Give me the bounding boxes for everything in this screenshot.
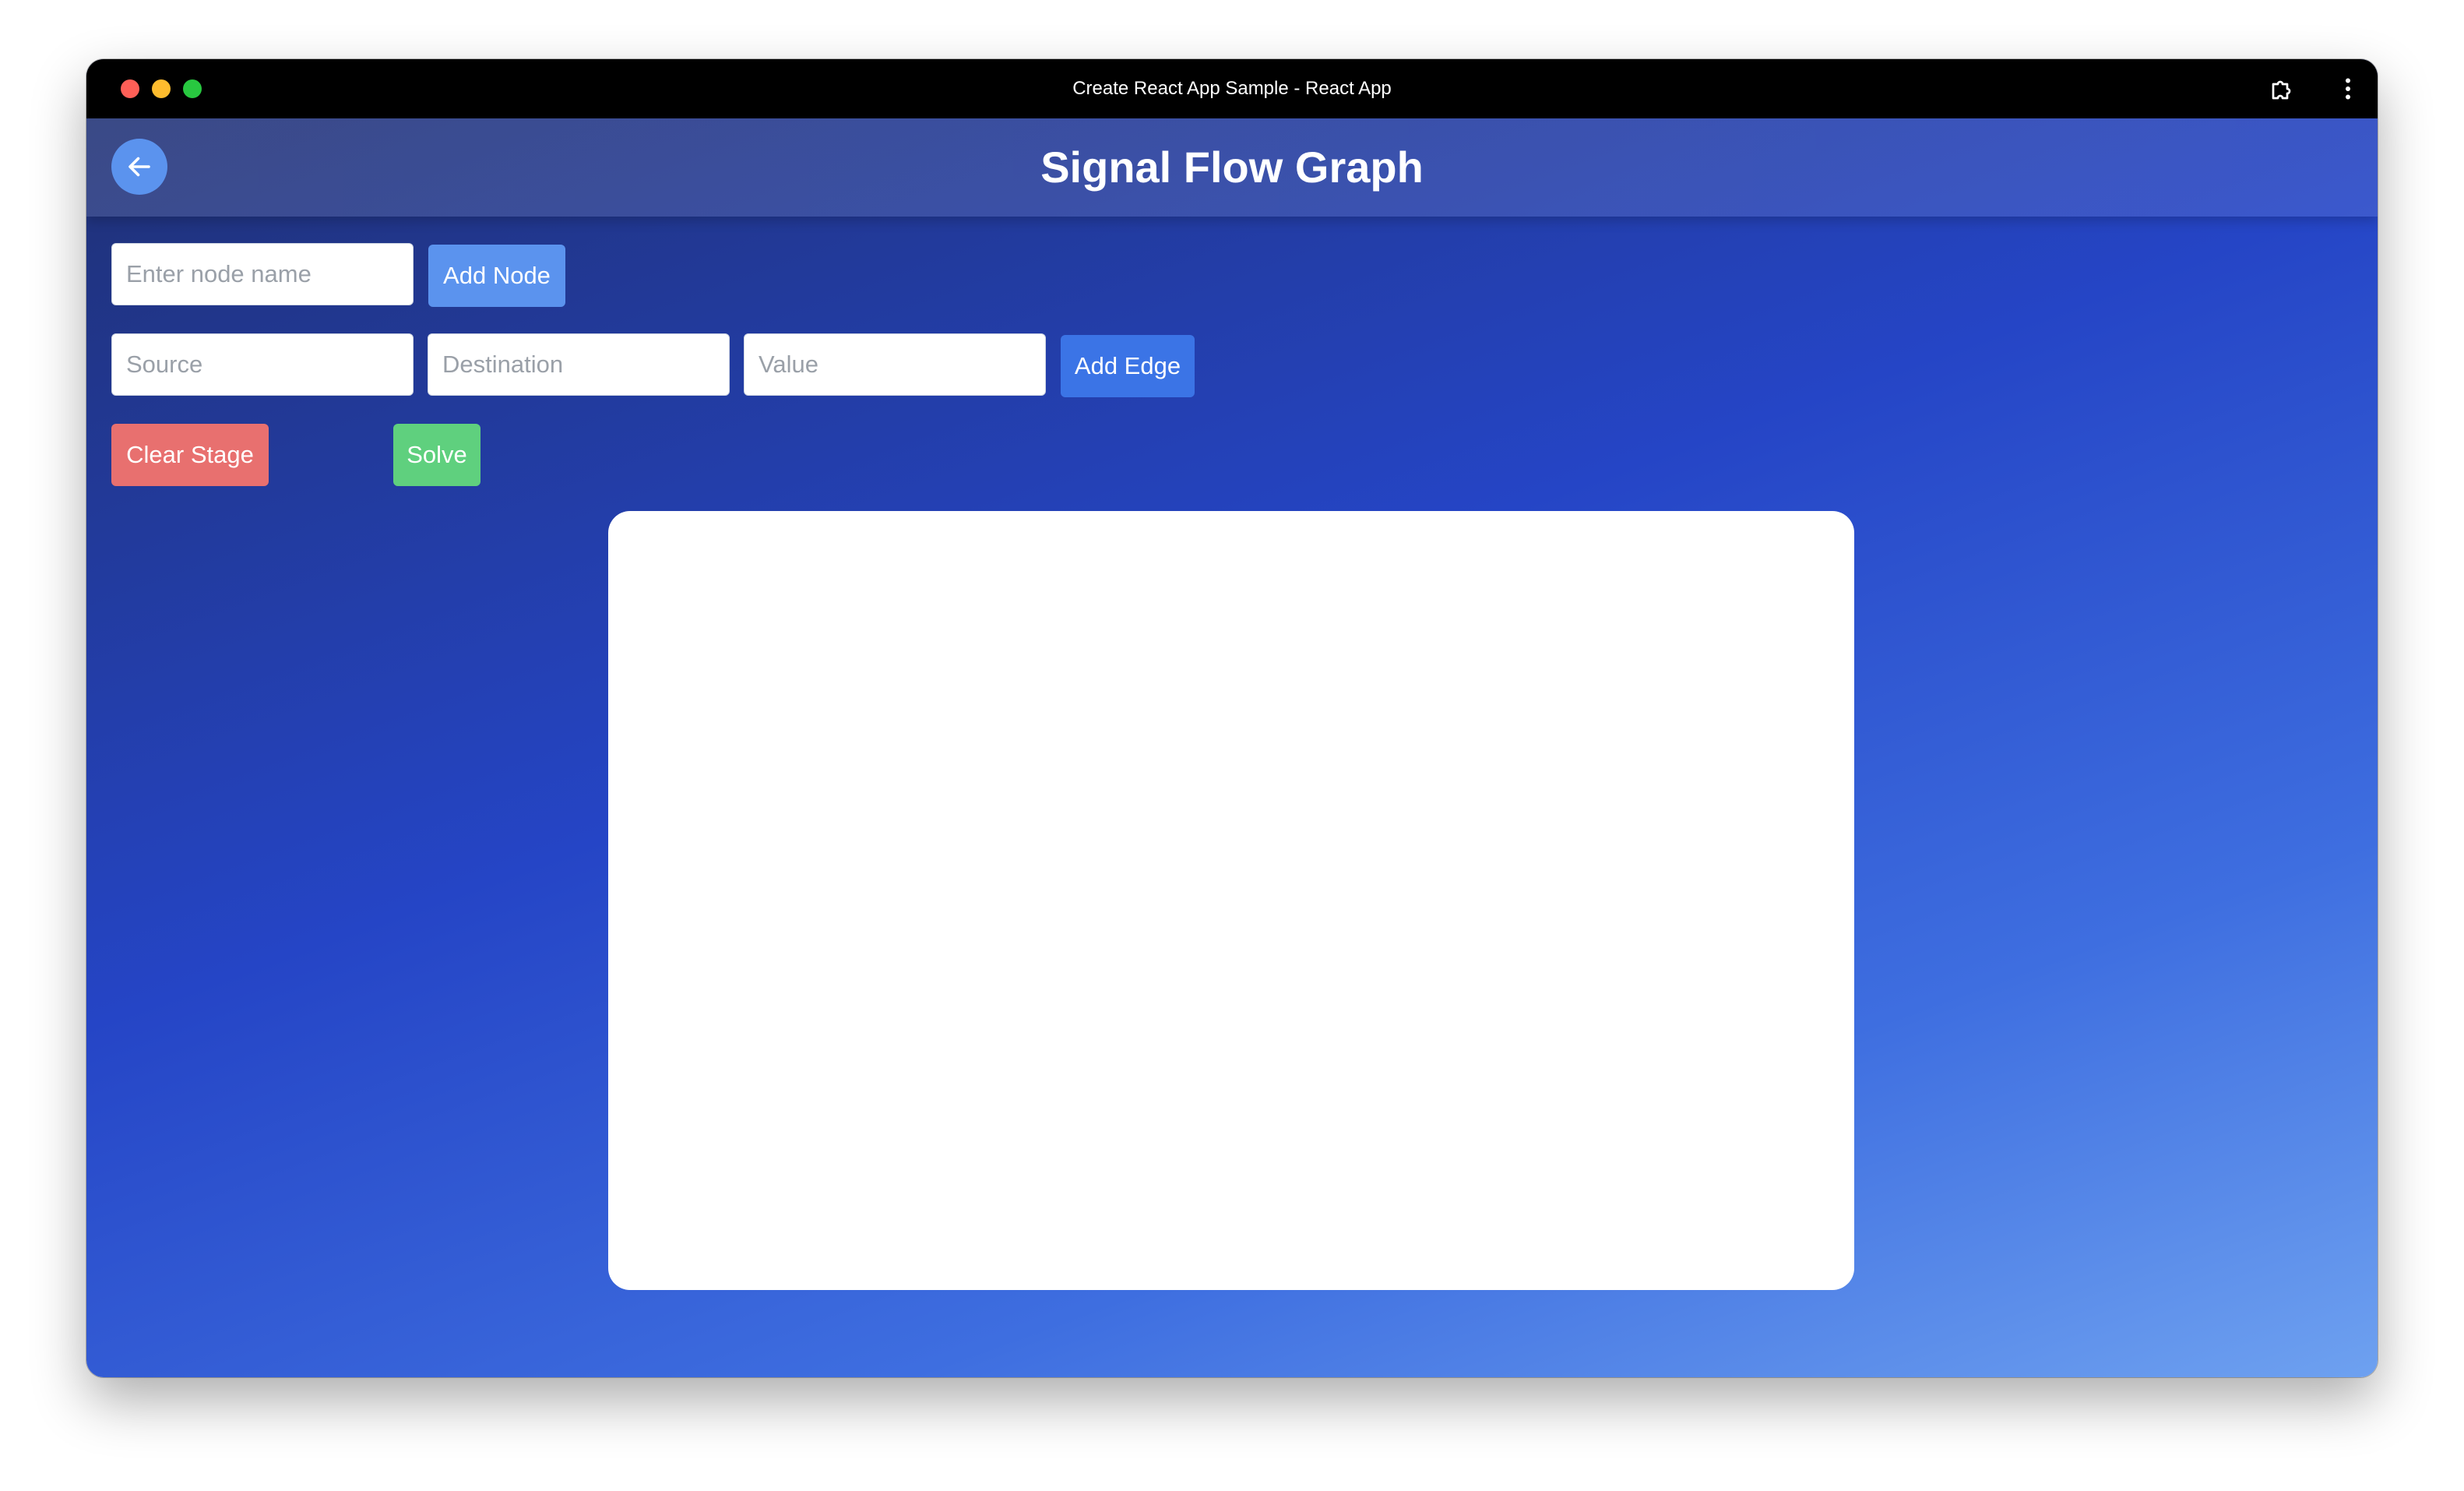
- destination-input[interactable]: [428, 333, 730, 396]
- extension-icon[interactable]: [2269, 75, 2297, 103]
- source-input[interactable]: [111, 333, 414, 396]
- solve-button[interactable]: Solve: [393, 424, 480, 486]
- browser-window: Create React App Sample - React App Sign…: [86, 59, 2378, 1377]
- node-name-input[interactable]: [111, 243, 414, 305]
- add-node-button[interactable]: Add Node: [428, 245, 565, 307]
- page-title: Signal Flow Graph: [1040, 143, 1424, 192]
- app-header: Signal Flow Graph: [86, 118, 2378, 217]
- edge-value-input[interactable]: [744, 333, 1046, 396]
- more-menu-icon[interactable]: [2340, 75, 2356, 103]
- graph-canvas[interactable]: [608, 511, 1854, 1290]
- add-edge-button[interactable]: Add Edge: [1061, 335, 1195, 397]
- clear-stage-button[interactable]: Clear Stage: [111, 424, 269, 486]
- page: Create React App Sample - React App Sign…: [0, 0, 2464, 1491]
- title-bar: Create React App Sample - React App: [86, 59, 2378, 118]
- window-title: Create React App Sample - React App: [1072, 78, 1392, 99]
